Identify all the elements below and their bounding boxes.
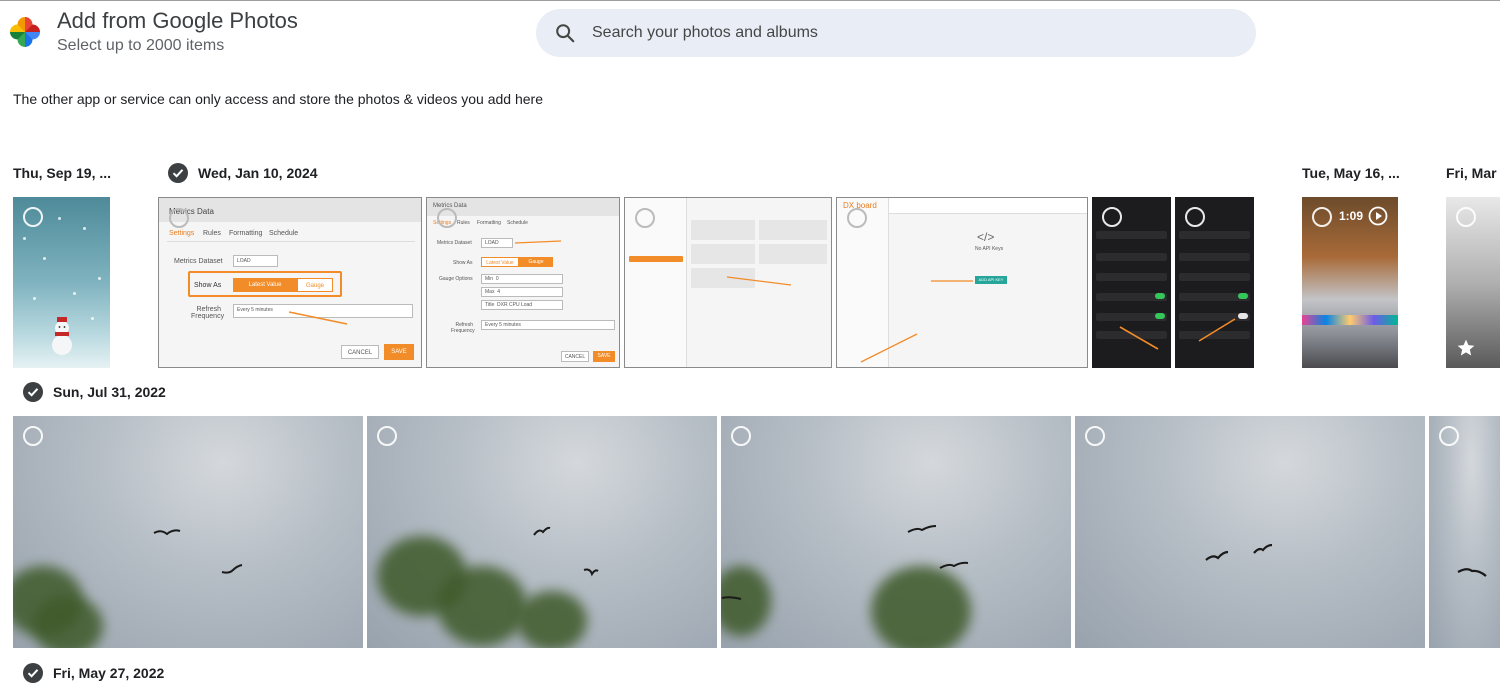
select-circle[interactable] [1439, 426, 1459, 446]
select-circle[interactable] [169, 208, 189, 228]
photo-thumbnail[interactable] [1446, 197, 1500, 368]
group-select-checkbox[interactable] [23, 663, 43, 683]
date-header: Thu, Sep 19, ... [13, 165, 112, 181]
photo-thumbnail[interactable] [721, 416, 1071, 648]
video-duration: 1:09 [1339, 209, 1364, 223]
play-icon[interactable] [1368, 206, 1388, 226]
star-icon [1457, 339, 1475, 356]
photo-thumbnail[interactable] [624, 197, 832, 368]
photo-thumbnail[interactable] [1429, 416, 1500, 648]
page-title: Add from Google Photos [57, 8, 298, 33]
group-select-checkbox[interactable] [168, 163, 188, 183]
select-circle[interactable] [1456, 207, 1476, 227]
check-icon [27, 388, 39, 397]
access-notice: The other app or service can only access… [13, 91, 543, 107]
date-header: Fri, May 27, 2022 [53, 665, 165, 681]
check-icon [172, 169, 184, 178]
photo-thumbnail[interactable] [13, 197, 110, 368]
select-circle[interactable] [1185, 207, 1205, 227]
photo-thumbnail[interactable]: Metrics Data Settings Rules Formatting S… [158, 197, 422, 368]
photo-thumbnail[interactable]: DX board </> No API Keys ADD API KEY [836, 197, 1088, 368]
select-circle[interactable] [635, 208, 655, 228]
snowman-image [52, 317, 72, 355]
select-circle[interactable] [731, 426, 751, 446]
date-header: Tue, May 16, ... [1302, 165, 1400, 181]
page-subtitle: Select up to 2000 items [57, 37, 225, 54]
video-thumbnail[interactable]: 1:09 [1302, 197, 1398, 368]
google-photos-logo-icon [10, 17, 40, 47]
select-circle[interactable] [437, 208, 457, 228]
select-circle[interactable] [23, 207, 43, 227]
search-bar[interactable] [536, 9, 1256, 57]
group-select-checkbox[interactable] [23, 382, 43, 402]
select-circle[interactable] [1312, 207, 1332, 227]
photo-thumbnail[interactable]: Metrics Data Settings Rules Formatting S… [426, 197, 620, 368]
select-circle[interactable] [1102, 207, 1122, 227]
select-circle[interactable] [23, 426, 43, 446]
photo-thumbnail[interactable] [367, 416, 717, 648]
date-header: Sun, Jul 31, 2022 [53, 384, 166, 400]
select-circle[interactable] [847, 208, 867, 228]
photo-thumbnail[interactable] [13, 416, 363, 648]
date-header: Wed, Jan 10, 2024 [198, 165, 318, 181]
select-circle[interactable] [377, 426, 397, 446]
photo-thumbnail[interactable] [1075, 416, 1425, 648]
search-input[interactable] [592, 19, 1232, 47]
check-icon [27, 669, 39, 678]
date-header: Fri, Mar [1446, 165, 1497, 181]
photo-thumbnail[interactable] [1092, 197, 1171, 368]
select-circle[interactable] [1085, 426, 1105, 446]
photo-thumbnail[interactable] [1175, 197, 1254, 368]
top-border [0, 0, 1500, 1]
search-icon[interactable] [554, 22, 576, 44]
